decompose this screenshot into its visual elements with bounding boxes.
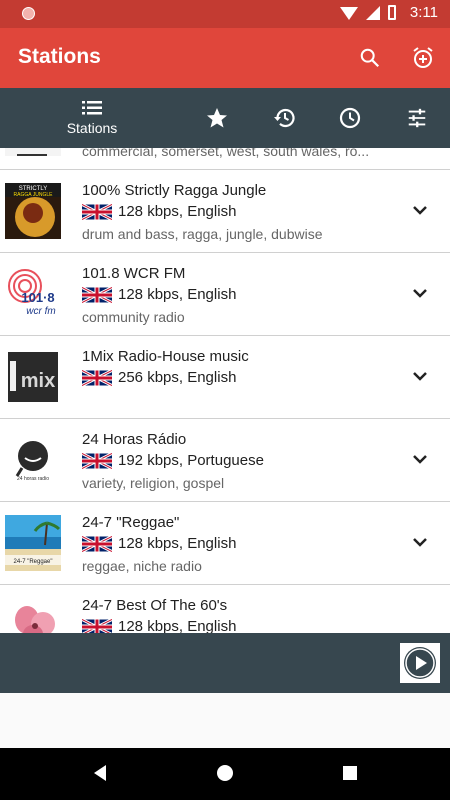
star-icon: [207, 108, 227, 128]
station-meta: 128 kbps, English: [82, 618, 236, 633]
search-icon: [360, 48, 380, 68]
station-logo: STRICTLY RAGGA JUNGLE: [5, 183, 61, 239]
wifi-icon: [339, 7, 358, 20]
chevron-down-icon[interactable]: [408, 530, 432, 554]
play-button[interactable]: [400, 643, 440, 683]
system-nav-bar: [0, 748, 450, 800]
tune-icon: [408, 108, 426, 128]
chevron-down-icon[interactable]: [408, 364, 432, 388]
tab-history[interactable]: [268, 88, 302, 148]
page-title: Stations: [18, 45, 101, 68]
station-bitrate-language: 128 kbps, English: [118, 203, 237, 220]
station-tags: drum and bass, ragga, jungle, dubwise: [82, 226, 323, 242]
clock-icon: [339, 107, 361, 129]
history-icon: [274, 108, 295, 128]
chevron-down-icon[interactable]: [408, 198, 432, 222]
home-icon[interactable]: [215, 763, 235, 783]
status-time: 3:11: [409, 4, 438, 21]
notification-icon: [22, 7, 35, 20]
alarm-add-button[interactable]: [407, 42, 439, 74]
status-bar: 3:11: [0, 0, 450, 28]
svg-text:24-7 "Reggae": 24-7 "Reggae": [14, 559, 53, 565]
list-item[interactable]: commercial, somerset, west, south wales,…: [0, 148, 450, 170]
search-button[interactable]: [354, 42, 386, 74]
station-name: 101.8 WCR FM: [82, 265, 186, 282]
list-item[interactable]: 24-7 "Reggae" 24-7 "Reggae" 128 kbps, En…: [0, 502, 450, 585]
svg-text:24 horas radio: 24 horas radio: [17, 476, 49, 482]
station-tags: reggae, niche radio: [82, 558, 202, 574]
player-bar: [0, 633, 450, 693]
content-spacer: [0, 693, 450, 748]
station-meta: 128 kbps, English: [82, 203, 236, 220]
play-icon: [404, 647, 436, 679]
station-logo: 24 horas radio: [5, 432, 61, 488]
list-item[interactable]: STRICTLY RAGGA JUNGLE 100% Strictly Ragg…: [0, 170, 450, 253]
list-icon: [82, 101, 102, 115]
station-bitrate-language: 256 kbps, English: [118, 369, 237, 386]
station-name: 24-7 Best Of The 60's: [82, 597, 228, 614]
station-name: 1Mix Radio-House music: [82, 348, 249, 365]
station-tags: commercial, somerset, west, south wales,…: [82, 148, 370, 159]
recents-icon[interactable]: [342, 765, 358, 781]
uk-flag-icon: [82, 369, 112, 386]
station-meta: 128 kbps, English: [82, 286, 236, 303]
station-logo: [5, 598, 61, 633]
list-item[interactable]: 24-7 Best Of The 60's 128 kbps, English: [0, 585, 450, 633]
station-bitrate-language: 128 kbps, English: [118, 535, 237, 552]
chevron-down-icon[interactable]: [408, 447, 432, 471]
station-meta: 192 kbps, Portuguese: [82, 452, 264, 469]
chevron-down-icon[interactable]: [408, 281, 432, 305]
station-name: 24 Horas Rádio: [82, 431, 187, 448]
list-item[interactable]: mix 1Mix Radio-House music 256 kbps, Eng…: [0, 336, 450, 419]
station-logo: 24-7 "Reggae": [5, 515, 61, 571]
station-logo: 101·8 wcr fm: [5, 266, 61, 322]
tab-settings[interactable]: [400, 88, 434, 148]
tab-stations[interactable]: Stations: [50, 88, 134, 148]
station-name: 100% Strictly Ragga Jungle: [82, 182, 267, 199]
list-item[interactable]: 101·8 wcr fm 101.8 WCR FM 128 kbps, Engl…: [0, 253, 450, 336]
svg-text:wcr fm: wcr fm: [26, 306, 55, 317]
tab-favorites[interactable]: [200, 88, 234, 148]
uk-flag-icon: [82, 203, 112, 220]
svg-text:RAGGA JUNGLE: RAGGA JUNGLE: [14, 192, 54, 198]
station-bitrate-language: 192 kbps, Portuguese: [118, 452, 264, 469]
app-bar: Stations: [0, 28, 450, 88]
station-bitrate-language: 128 kbps, English: [118, 618, 237, 633]
alarm-add-icon: [413, 47, 433, 68]
back-icon[interactable]: [92, 764, 108, 782]
station-name: 24-7 "Reggae": [82, 514, 180, 531]
station-tags: variety, religion, gospel: [82, 475, 225, 491]
svg-text:101·8: 101·8: [21, 290, 54, 305]
battery-icon: [387, 5, 396, 20]
station-list[interactable]: commercial, somerset, west, south wales,…: [0, 148, 450, 633]
tab-bar: Stations: [0, 88, 450, 148]
uk-flag-icon: [82, 535, 112, 552]
tab-timer[interactable]: [333, 88, 367, 148]
station-bitrate-language: 128 kbps, English: [118, 286, 237, 303]
station-logo: [5, 148, 61, 156]
uk-flag-icon: [82, 286, 112, 303]
station-meta: 256 kbps, English: [82, 369, 236, 386]
station-tags: community radio: [82, 309, 185, 325]
uk-flag-icon: [82, 452, 112, 469]
signal-icon: [365, 5, 380, 20]
station-meta: 128 kbps, English: [82, 535, 236, 552]
station-logo: mix: [5, 349, 61, 405]
tab-stations-label: Stations: [66, 120, 118, 136]
uk-flag-icon: [82, 618, 112, 633]
svg-text:mix: mix: [21, 370, 55, 392]
list-item[interactable]: 24 horas radio 24 Horas Rádio 192 kbps, …: [0, 419, 450, 502]
